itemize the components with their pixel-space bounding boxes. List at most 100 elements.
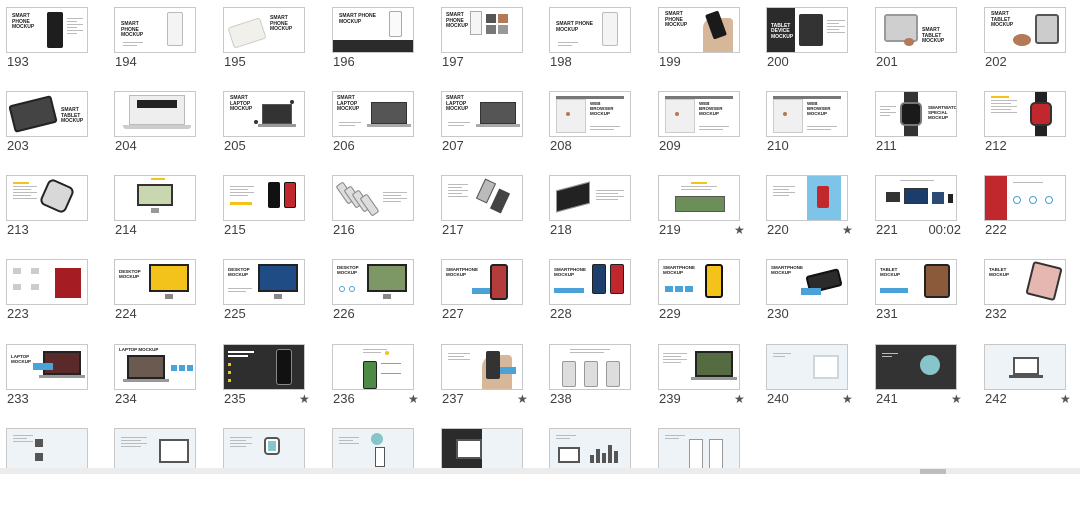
slide-item[interactable]: SMART PHONE MOCKUP 194: [108, 0, 208, 84]
slide-thumbnail[interactable]: [114, 91, 196, 137]
slide-thumbnail[interactable]: SMART PHONE MOCKUP: [549, 7, 631, 53]
slide-thumbnail[interactable]: [332, 175, 414, 221]
slide-thumbnail[interactable]: WEB BROWSER MOCKUP: [658, 91, 740, 137]
slide-thumbnail[interactable]: SMARTPHONE MOCKUP: [441, 259, 523, 305]
slide-item[interactable]: 220 ★: [760, 168, 860, 252]
slide-thumbnail[interactable]: SMARTPHONE MOCKUP: [766, 259, 848, 305]
slide-item[interactable]: SMART LAPTOP MOCKUP 206: [326, 84, 426, 168]
slide-thumbnail[interactable]: [223, 175, 305, 221]
slide-item[interactable]: [217, 421, 317, 505]
slide-item[interactable]: SMART PHONE MOCKUP 195: [217, 0, 317, 84]
slide-thumbnail[interactable]: SMARTPHONE MOCKUP: [549, 259, 631, 305]
slide-item[interactable]: 217: [435, 168, 535, 252]
slide-item[interactable]: DESKTOP MOCKUP 226: [326, 252, 426, 336]
slide-item[interactable]: [760, 421, 860, 505]
slide-item[interactable]: 242 ★: [978, 337, 1078, 421]
slide-item[interactable]: SMARTPHONE MOCKUP 228: [543, 252, 643, 336]
slide-thumbnail[interactable]: TABLET MOCKUP: [875, 259, 957, 305]
slide-item[interactable]: SMART LAPTOP MOCKUP 207: [435, 84, 535, 168]
slide-thumbnail[interactable]: DESKTOP MOCKUP: [332, 259, 414, 305]
slide-item[interactable]: SMARTPHONE MOCKUP 227: [435, 252, 535, 336]
slide-item[interactable]: LAPTOP MOCKUP 234: [108, 337, 208, 421]
slide-item[interactable]: 241 ★: [869, 337, 969, 421]
slide-thumbnail[interactable]: SMARTPHONE MOCKUP: [658, 259, 740, 305]
slide-item[interactable]: [652, 421, 752, 505]
slide-thumbnail[interactable]: SMART LAPTOP MOCKUP: [223, 91, 305, 137]
slide-item[interactable]: SMART TABLET MOCKUP 202: [978, 0, 1078, 84]
slide-thumbnail[interactable]: DESKTOP MOCKUP: [114, 259, 196, 305]
slide-item[interactable]: [326, 421, 426, 505]
slide-item[interactable]: 219 ★: [652, 168, 752, 252]
slide-thumbnail[interactable]: [658, 175, 740, 221]
slide-item[interactable]: WEB BROWSER MOCKUP 209: [652, 84, 752, 168]
slide-item[interactable]: 239 ★: [652, 337, 752, 421]
slide-item[interactable]: 235 ★: [217, 337, 317, 421]
slide-thumbnail[interactable]: SMART LAPTOP MOCKUP: [332, 91, 414, 137]
slide-thumbnail[interactable]: [984, 175, 1066, 221]
slide-item[interactable]: 222: [978, 168, 1078, 252]
slide-thumbnail[interactable]: [766, 175, 848, 221]
slide-thumbnail[interactable]: SMART PHONE MOCKUP: [332, 7, 414, 53]
slide-item[interactable]: WEB BROWSER MOCKUP 208: [543, 84, 643, 168]
slide-item[interactable]: 212: [978, 84, 1078, 168]
slide-thumbnail[interactable]: WEB BROWSER MOCKUP: [766, 91, 848, 137]
slide-item[interactable]: [435, 421, 535, 505]
slide-item[interactable]: SMARTWATCH SPECIAL MOCKUP 211: [869, 84, 969, 168]
slide-thumbnail[interactable]: TABLET DEVICE MOCKUP: [766, 7, 848, 53]
slide-thumbnail[interactable]: SMART TABLET MOCKUP: [984, 7, 1066, 53]
slide-thumbnail[interactable]: [441, 175, 523, 221]
slide-thumbnail[interactable]: [549, 344, 631, 390]
slide-thumbnail[interactable]: TABLET MOCKUP: [984, 259, 1066, 305]
slide-item[interactable]: DESKTOP MOCKUP 225: [217, 252, 317, 336]
slide-thumbnail[interactable]: [332, 344, 414, 390]
slide-thumbnail[interactable]: [658, 344, 740, 390]
slide-item[interactable]: 214: [108, 168, 208, 252]
slide-thumbnail[interactable]: [875, 175, 957, 221]
slide-item[interactable]: [0, 421, 100, 505]
slide-thumbnail[interactable]: [875, 344, 957, 390]
slide-thumbnail[interactable]: [223, 344, 305, 390]
slide-thumbnail[interactable]: [6, 175, 88, 221]
slide-item[interactable]: SMART PHONE MOCKUP 193: [0, 0, 100, 84]
slide-item[interactable]: 204: [108, 84, 208, 168]
slide-item[interactable]: SMART PHONE MOCKUP 196: [326, 0, 426, 84]
slide-item[interactable]: SMARTPHONE MOCKUP 230: [760, 252, 860, 336]
slide-item[interactable]: SMART PHONE MOCKUP 199: [652, 0, 752, 84]
slide-item[interactable]: TABLET DEVICE MOCKUP 200: [760, 0, 860, 84]
slide-thumbnail[interactable]: LAPTOP MOCKUP: [114, 344, 196, 390]
slide-item[interactable]: 213: [0, 168, 100, 252]
slide-thumbnail[interactable]: SMART PHONE MOCKUP: [6, 7, 88, 53]
slide-thumbnail[interactable]: [766, 344, 848, 390]
slide-item[interactable]: 215: [217, 168, 317, 252]
slide-item[interactable]: TABLET MOCKUP 231: [869, 252, 969, 336]
slide-thumbnail[interactable]: SMARTWATCH SPECIAL MOCKUP: [875, 91, 957, 137]
slide-thumbnail[interactable]: SMART PHONE MOCKUP: [658, 7, 740, 53]
slide-item[interactable]: 236 ★: [326, 337, 426, 421]
slide-thumbnail[interactable]: SMART PHONE MOCKUP: [114, 7, 196, 53]
slide-thumbnail[interactable]: [114, 175, 196, 221]
slide-thumbnail[interactable]: DESKTOP MOCKUP: [223, 259, 305, 305]
slide-item[interactable]: 221 00:02: [869, 168, 969, 252]
slide-item[interactable]: WEB BROWSER MOCKUP 210: [760, 84, 860, 168]
horizontal-scrollbar[interactable]: [0, 468, 1080, 474]
slide-thumbnail[interactable]: SMART TABLET MOCKUP: [6, 91, 88, 137]
slide-item[interactable]: DESKTOP MOCKUP 224: [108, 252, 208, 336]
slide-thumbnail[interactable]: SMART PHONE MOCKUP: [223, 7, 305, 53]
slide-item[interactable]: TABLET MOCKUP 232: [978, 252, 1078, 336]
slide-thumbnail[interactable]: SMART LAPTOP MOCKUP: [441, 91, 523, 137]
slide-item[interactable]: 238: [543, 337, 643, 421]
slide-item[interactable]: SMART LAPTOP MOCKUP 205: [217, 84, 317, 168]
slide-item[interactable]: 223: [0, 252, 100, 336]
slide-item[interactable]: 237 ★: [435, 337, 535, 421]
slide-item[interactable]: SMARTPHONE MOCKUP 229: [652, 252, 752, 336]
slide-item[interactable]: SMART PHONE MOCKUP 197: [435, 0, 535, 84]
slide-thumbnail[interactable]: [984, 344, 1066, 390]
slide-thumbnail[interactable]: [549, 175, 631, 221]
slide-thumbnail[interactable]: WEB BROWSER MOCKUP: [549, 91, 631, 137]
scrollbar-thumb[interactable]: [920, 469, 946, 474]
slide-item[interactable]: [108, 421, 208, 505]
slide-item[interactable]: 240 ★: [760, 337, 860, 421]
slide-thumbnail[interactable]: [984, 91, 1066, 137]
slide-item[interactable]: LAPTOP MOCKUP 233: [0, 337, 100, 421]
slide-thumbnail[interactable]: SMART PHONE MOCKUP: [441, 7, 523, 53]
